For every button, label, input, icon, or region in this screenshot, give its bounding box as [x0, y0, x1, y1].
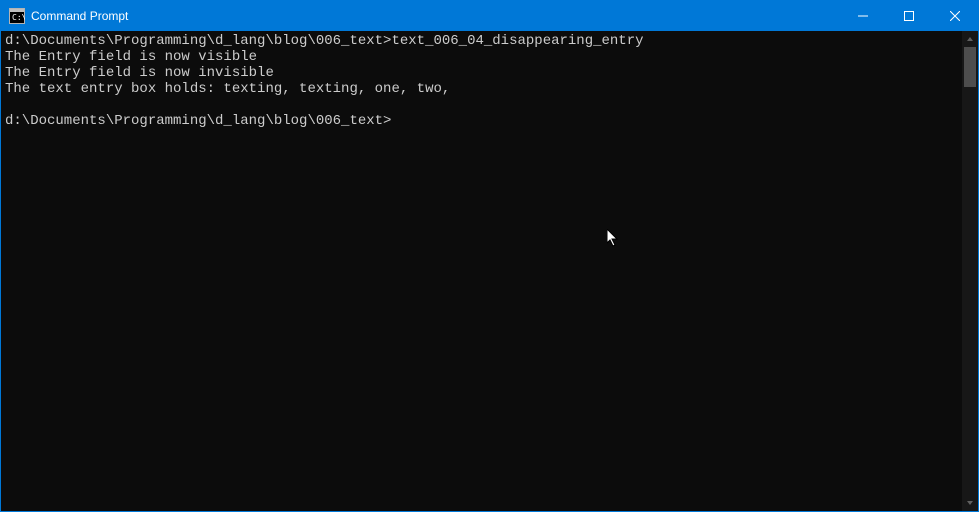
window-title: Command Prompt	[31, 9, 128, 23]
minimize-button[interactable]	[840, 1, 886, 31]
window-controls	[840, 1, 978, 31]
terminal-line: d:\Documents\Programming\d_lang\blog\006…	[5, 33, 958, 49]
titlebar[interactable]: C:\ Command Prompt	[1, 1, 978, 31]
terminal-line: The text entry box holds: texting, texti…	[5, 81, 958, 97]
close-button[interactable]	[932, 1, 978, 31]
prompt-text: d:\Documents\Programming\d_lang\blog\006…	[5, 33, 391, 49]
client-area: d:\Documents\Programming\d_lang\blog\006…	[1, 31, 978, 511]
command-text: text_006_04_disappearing_entry	[391, 33, 643, 49]
svg-text:C:\: C:\	[12, 13, 25, 22]
scrollbar-thumb[interactable]	[964, 47, 976, 87]
cmd-icon: C:\	[9, 8, 25, 24]
terminal-line	[5, 97, 958, 113]
terminal-line: The Entry field is now invisible	[5, 65, 958, 81]
maximize-button[interactable]	[886, 1, 932, 31]
vertical-scrollbar[interactable]	[962, 31, 978, 511]
terminal-line: d:\Documents\Programming\d_lang\blog\006…	[5, 113, 958, 129]
terminal-line: The Entry field is now visible	[5, 49, 958, 65]
terminal-output[interactable]: d:\Documents\Programming\d_lang\blog\006…	[1, 31, 962, 511]
prompt-text: d:\Documents\Programming\d_lang\blog\006…	[5, 113, 391, 129]
command-prompt-window: C:\ Command Prompt d:\Documents\Programm…	[0, 0, 979, 512]
scroll-down-button[interactable]	[962, 495, 978, 511]
scroll-up-button[interactable]	[962, 31, 978, 47]
scrollbar-track[interactable]	[962, 47, 978, 495]
